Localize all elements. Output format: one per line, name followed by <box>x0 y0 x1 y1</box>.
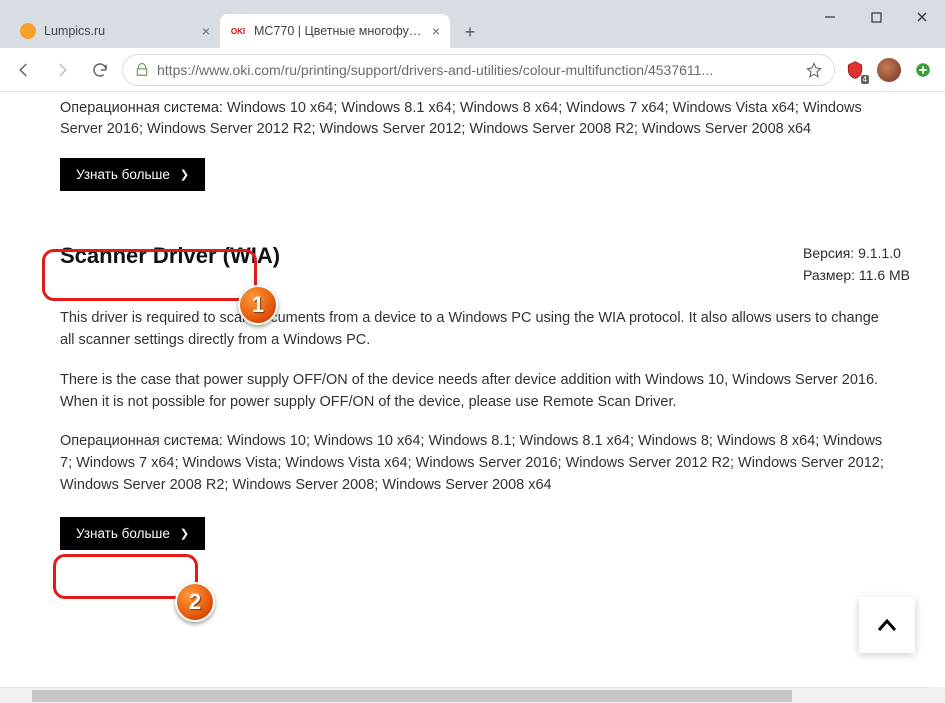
button-label: Узнать больше <box>76 167 170 182</box>
driver-title: Scanner Driver (WIA) <box>0 243 280 269</box>
minimize-button[interactable] <box>807 0 853 34</box>
extension-adblock-icon[interactable]: 4 <box>841 56 869 84</box>
chevron-right-icon: ❯ <box>180 527 189 540</box>
back-button[interactable] <box>8 54 40 86</box>
horizontal-scrollbar[interactable] <box>0 687 929 703</box>
new-tab-button[interactable]: + <box>456 18 484 46</box>
driver-os-compat: Операционная система: Windows 10; Window… <box>0 431 945 496</box>
avatar <box>877 58 901 82</box>
tab-oki[interactable]: OKI MC770 | Цветные многофункци × <box>220 14 450 48</box>
annotation-marker-2: 2 <box>175 582 215 622</box>
close-icon[interactable]: × <box>432 23 440 39</box>
window-controls <box>807 0 945 34</box>
driver-desc-1: This driver is required to scan document… <box>0 308 945 352</box>
scroll-to-top-button[interactable] <box>859 597 915 653</box>
bookmark-star-icon[interactable] <box>806 62 822 78</box>
scrollbar-thumb[interactable] <box>32 690 792 702</box>
extension-icon[interactable] <box>909 56 937 84</box>
version-value: 9.1.1.0 <box>858 245 901 261</box>
tab-title: MC770 | Цветные многофункци <box>254 24 424 38</box>
scrollbar-corner <box>929 687 945 703</box>
button-label: Узнать больше <box>76 526 170 541</box>
profile-avatar[interactable] <box>875 56 903 84</box>
reload-button[interactable] <box>84 54 116 86</box>
learn-more-button[interactable]: Узнать больше ❯ <box>60 158 205 191</box>
close-icon[interactable]: × <box>202 23 210 39</box>
chevron-up-icon <box>877 618 897 632</box>
favicon-lumpics <box>20 23 36 39</box>
tab-title: Lumpics.ru <box>44 24 194 38</box>
browser-toolbar: https://www.oki.com/ru/printing/support/… <box>0 48 945 92</box>
address-bar[interactable]: https://www.oki.com/ru/printing/support/… <box>122 54 835 86</box>
url-text: https://www.oki.com/ru/printing/support/… <box>157 62 798 78</box>
driver-meta: Версия: 9.1.1.0 Размер: 11.6 MB <box>803 243 945 286</box>
os-compat-text: Операционная система: Windows 10 x64; Wi… <box>0 98 945 140</box>
forward-button[interactable] <box>46 54 78 86</box>
driver-desc-2: There is the case that power supply OFF/… <box>0 370 945 414</box>
size-label: Размер: <box>803 267 855 283</box>
annotation-highlight <box>53 554 198 599</box>
page-content: Операционная система: Windows 10 x64; Wi… <box>0 92 945 703</box>
maximize-button[interactable] <box>853 0 899 34</box>
favicon-oki: OKI <box>230 23 246 39</box>
extension-badge: 4 <box>861 75 869 84</box>
learn-more-button[interactable]: Узнать больше ❯ <box>60 517 205 550</box>
lock-icon <box>135 63 149 77</box>
close-window-button[interactable] <box>899 0 945 34</box>
size-value: 11.6 MB <box>859 267 910 283</box>
titlebar: Lumpics.ru × OKI MC770 | Цветные многофу… <box>0 0 945 48</box>
tab-lumpics[interactable]: Lumpics.ru × <box>10 14 220 48</box>
version-label: Версия: <box>803 245 854 261</box>
chevron-right-icon: ❯ <box>180 168 189 181</box>
